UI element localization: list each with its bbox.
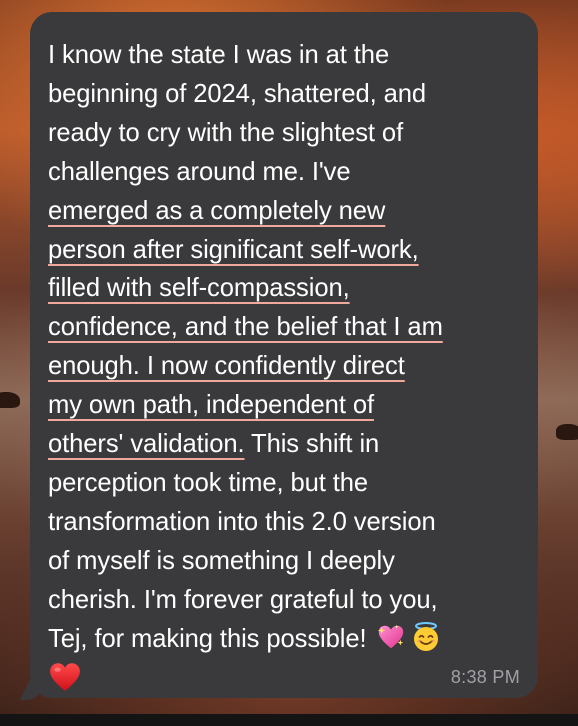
highlighted-text: enough. I now confidently direct <box>48 352 405 381</box>
message-line: person after significant self-work, <box>48 231 518 270</box>
message-text-segment: ready to cry with the slightest of <box>48 118 404 147</box>
message-line: beginning of 2024, shattered, and <box>48 75 518 114</box>
highlighted-text: confidence, and the belief that I am <box>48 313 443 342</box>
message-line: perception took time, but the <box>48 464 518 503</box>
message-line: cherish. I'm forever grateful to you, <box>48 581 518 620</box>
highlighted-text: emerged as a completely new <box>48 196 386 225</box>
message-text-segment: I know the state I was in at the <box>48 41 390 69</box>
incoming-message-bubble[interactable]: I know the state I was in at the beginnin… <box>30 12 538 698</box>
sparkling-heart-icon <box>377 624 403 649</box>
message-text-segment: of myself is something I deeply <box>48 546 395 575</box>
bottom-bar <box>0 714 578 726</box>
message-text-segment: cherish. I'm forever grateful to you, <box>48 585 438 614</box>
message-line: of myself is something I deeply <box>48 542 518 581</box>
message-line: filled with self-compassion, <box>48 269 518 308</box>
wallpaper-animal-silhouette <box>0 392 20 408</box>
message-text-segment: challenges around me. I've <box>48 157 351 186</box>
wallpaper-animal-silhouette <box>556 424 578 440</box>
message-text-segment: beginning of 2024, shattered, and <box>48 79 427 108</box>
highlighted-text: others' validation. <box>48 430 245 459</box>
highlighted-text: person after significant self-work, <box>48 235 419 264</box>
message-text-segment: Tej, for making this possible! <box>48 624 374 653</box>
highlighted-text: filled with self-compassion, <box>48 274 350 303</box>
message-line: ready to cry with the slightest of <box>48 114 518 153</box>
message-line: my own path, independent of <box>48 386 518 425</box>
message-text[interactable]: I know the state I was in at the beginnin… <box>48 36 518 697</box>
highlighted-text: my own path, independent of <box>48 391 374 420</box>
message-text-segment: transformation into this 2.0 version <box>48 507 436 536</box>
message-line: confidence, and the belief that I am <box>48 308 518 347</box>
smiling-face-with-halo-icon <box>413 621 438 651</box>
message-line: challenges around me. I've <box>48 153 518 192</box>
message-line: transformation into this 2.0 version <box>48 503 518 542</box>
message-text-segment: This shift in <box>244 430 380 459</box>
message-line: emerged as a completely new <box>48 192 518 231</box>
red-heart-icon <box>50 662 80 691</box>
message-line: others' validation. This shift in <box>48 425 518 464</box>
message-line <box>48 659 518 698</box>
message-timestamp: 8:38 PM <box>450 667 520 687</box>
message-line: enough. I now confidently direct <box>48 347 518 386</box>
message-text-segment: perception took time, but the <box>48 468 369 497</box>
message-line: I know the state I was in at the <box>48 36 518 75</box>
message-line: Tej, for making this possible! <box>48 620 518 659</box>
